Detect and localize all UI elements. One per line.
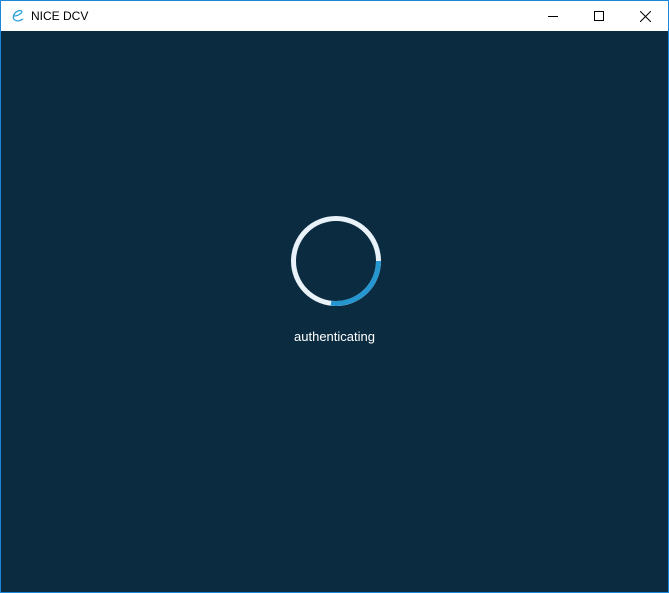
loading-spinner-icon — [291, 216, 381, 306]
spinner-progress-arc — [330, 260, 381, 306]
maximize-icon — [594, 11, 604, 21]
title-bar[interactable]: NICE DCV — [1, 1, 668, 31]
maximize-button[interactable] — [576, 1, 622, 31]
status-text: authenticating — [294, 329, 375, 344]
minimize-button[interactable] — [530, 1, 576, 31]
minimize-icon — [548, 16, 558, 17]
close-icon — [639, 10, 651, 22]
app-window: NICE DCV authenticating — [0, 0, 669, 593]
close-button[interactable] — [622, 1, 668, 31]
nice-dcv-logo-icon — [12, 9, 24, 22]
content-area: authenticating — [1, 31, 668, 592]
window-title: NICE DCV — [31, 9, 89, 23]
